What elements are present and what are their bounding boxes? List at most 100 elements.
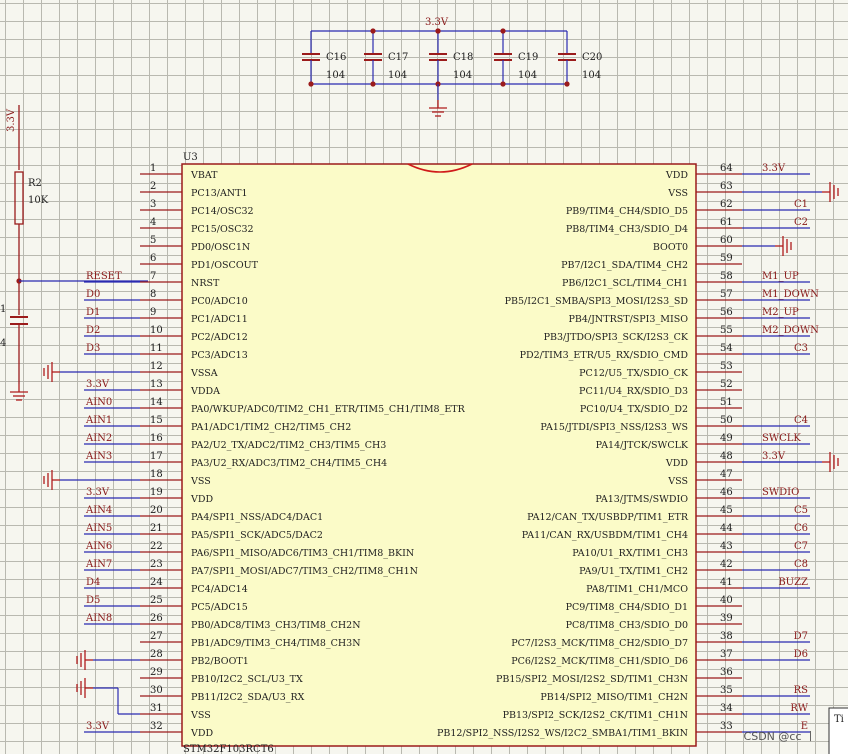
pin-number: 2: [150, 181, 156, 192]
pin-name: PB1/ADC9/TIM3_CH4/TIM8_CH3N: [191, 638, 361, 649]
ground-symbol: [76, 650, 93, 670]
pin-name: PA3/U2_RX/ADC3/TIM2_CH4/TIM5_CH4: [191, 458, 387, 469]
net-label: M2_UP: [762, 307, 799, 318]
pin-number: 19: [150, 487, 163, 498]
net-label: C7: [794, 541, 808, 552]
pin-number: 43: [720, 541, 733, 552]
net-label: 3.3V: [86, 487, 110, 498]
pin-name: PC7/I2S3_MCK/TIM8_CH2/SDIO_D7: [511, 638, 688, 649]
pin-number: 24: [150, 577, 163, 588]
pin-number: 53: [720, 361, 733, 372]
pin-name: BOOT0: [653, 242, 688, 253]
net-label: C3: [794, 343, 808, 354]
net-label: C6: [794, 523, 808, 534]
net-label: M2_DOWN: [762, 325, 819, 336]
pin-name: PC5/ADC15: [191, 602, 248, 613]
pin-number: 47: [720, 469, 733, 480]
net-label: C5: [794, 505, 808, 516]
pin-number: 57: [720, 289, 733, 300]
pin-name: VDD: [665, 458, 688, 469]
pin-number: 27: [150, 631, 163, 642]
net-label: AIN0: [85, 397, 112, 408]
pin-number: 15: [150, 415, 163, 426]
pin-number: 54: [720, 343, 733, 354]
junction-dot: [435, 28, 441, 34]
pin-number: 44: [720, 523, 733, 534]
junction-dot: [500, 81, 506, 87]
pin-name: VDD: [190, 494, 213, 505]
cap-value: 104: [453, 70, 472, 81]
pin-name: PC1/ADC11: [191, 314, 248, 325]
pin-number: 28: [150, 649, 163, 660]
net-label: 3.3V: [762, 163, 786, 174]
pin-number: 48: [720, 451, 733, 462]
pin-number: 12: [150, 361, 163, 372]
pin-name: PB14/SPI2_MISO/TIM1_CH2N: [540, 692, 688, 703]
pin-name: PB15/SPI2_MOSI/I2S2_SD/TIM1_CH3N: [496, 674, 688, 685]
pin-number: 23: [150, 559, 163, 570]
cap-ref: C16: [326, 52, 346, 63]
net-label: D4: [86, 577, 100, 588]
net-label: RS: [794, 685, 809, 696]
pin-number: 35: [720, 685, 733, 696]
net-label: SWDIO: [762, 487, 799, 498]
pin-name: PC12/U5_TX/SDIO_CK: [579, 368, 689, 379]
net-label: C4: [794, 415, 808, 426]
pin-name: VSS: [667, 188, 688, 199]
net-label: D0: [86, 289, 100, 300]
pin-number: 41: [720, 577, 733, 588]
corner-label: Ti: [834, 714, 844, 725]
pin-number: 3: [150, 199, 156, 210]
pin-name: PB5/I2C1_SMBA/SPI3_MOSI/I2S3_SD: [505, 296, 689, 307]
pin-name: PC2/ADC12: [191, 332, 248, 343]
pin-name: PA0/WKUP/ADC0/TIM2_CH1_ETR/TIM5_CH1/TIM8…: [191, 404, 466, 415]
capacitor-c18: C18 104: [429, 28, 473, 87]
net-label: 3.3V: [762, 451, 786, 462]
pin-name: PA10/U1_RX/TIM1_CH3: [572, 548, 688, 559]
reset-circuit: 3.3V R2 10K 1 4: [0, 105, 148, 401]
pin-number: 11: [150, 343, 163, 354]
pin-name: PA9/U1_TX/TIM1_CH2: [579, 566, 688, 577]
pin-name: VBAT: [190, 170, 218, 181]
pin-number: 8: [150, 289, 156, 300]
pin-number: 21: [150, 523, 163, 534]
net-label: AIN7: [85, 559, 112, 570]
net-label: RESET: [86, 271, 122, 282]
pin-number: 10: [150, 325, 163, 336]
pin-name: VDDA: [190, 386, 220, 397]
pin-name: VSSA: [190, 368, 218, 379]
pin-number: 56: [720, 307, 733, 318]
pin-number: 58: [720, 271, 733, 282]
pin-name: PA7/SPI1_MOSI/ADC7/TIM3_CH2/TIM8_CH1N: [191, 566, 418, 577]
net-label: D7: [794, 631, 808, 642]
pin-number: 46: [720, 487, 733, 498]
pin-number: 7: [150, 271, 156, 282]
resistor-r2: [14, 171, 24, 225]
pin-number: 61: [720, 217, 733, 228]
pin-name: PA15/JTDI/SPI3_NSS/I2S3_WS: [540, 422, 688, 433]
pin-number: 17: [150, 451, 163, 462]
pin-name: PC0/ADC10: [191, 296, 248, 307]
ground-symbol: [43, 362, 60, 382]
pin-number: 1: [150, 163, 156, 174]
net-label: C2: [794, 217, 808, 228]
pin-name: PC14/OSC32: [191, 206, 254, 217]
ground-symbol: [76, 678, 93, 698]
pin-name: NRST: [191, 278, 220, 289]
pin-name: PD2/TIM3_ETR/U5_RX/SDIO_CMD: [520, 350, 689, 361]
pin-number: 63: [720, 181, 733, 192]
pin-number: 31: [150, 703, 163, 714]
pin-number: 55: [720, 325, 733, 336]
cap-value: 104: [518, 70, 537, 81]
net-label: D5: [86, 595, 100, 606]
pin-name: PD1/OSCOUT: [191, 260, 259, 271]
net-label: D1: [86, 307, 100, 318]
junction-dot: [370, 81, 376, 87]
pin-number: 37: [720, 649, 733, 660]
net-label: RW: [790, 703, 808, 714]
pin-name: VSS: [667, 476, 688, 487]
net-label: 3.3V: [86, 721, 110, 732]
pin-name: PC4/ADC14: [191, 584, 248, 595]
pin-number: 4: [150, 217, 156, 228]
net-label: D3: [86, 343, 100, 354]
